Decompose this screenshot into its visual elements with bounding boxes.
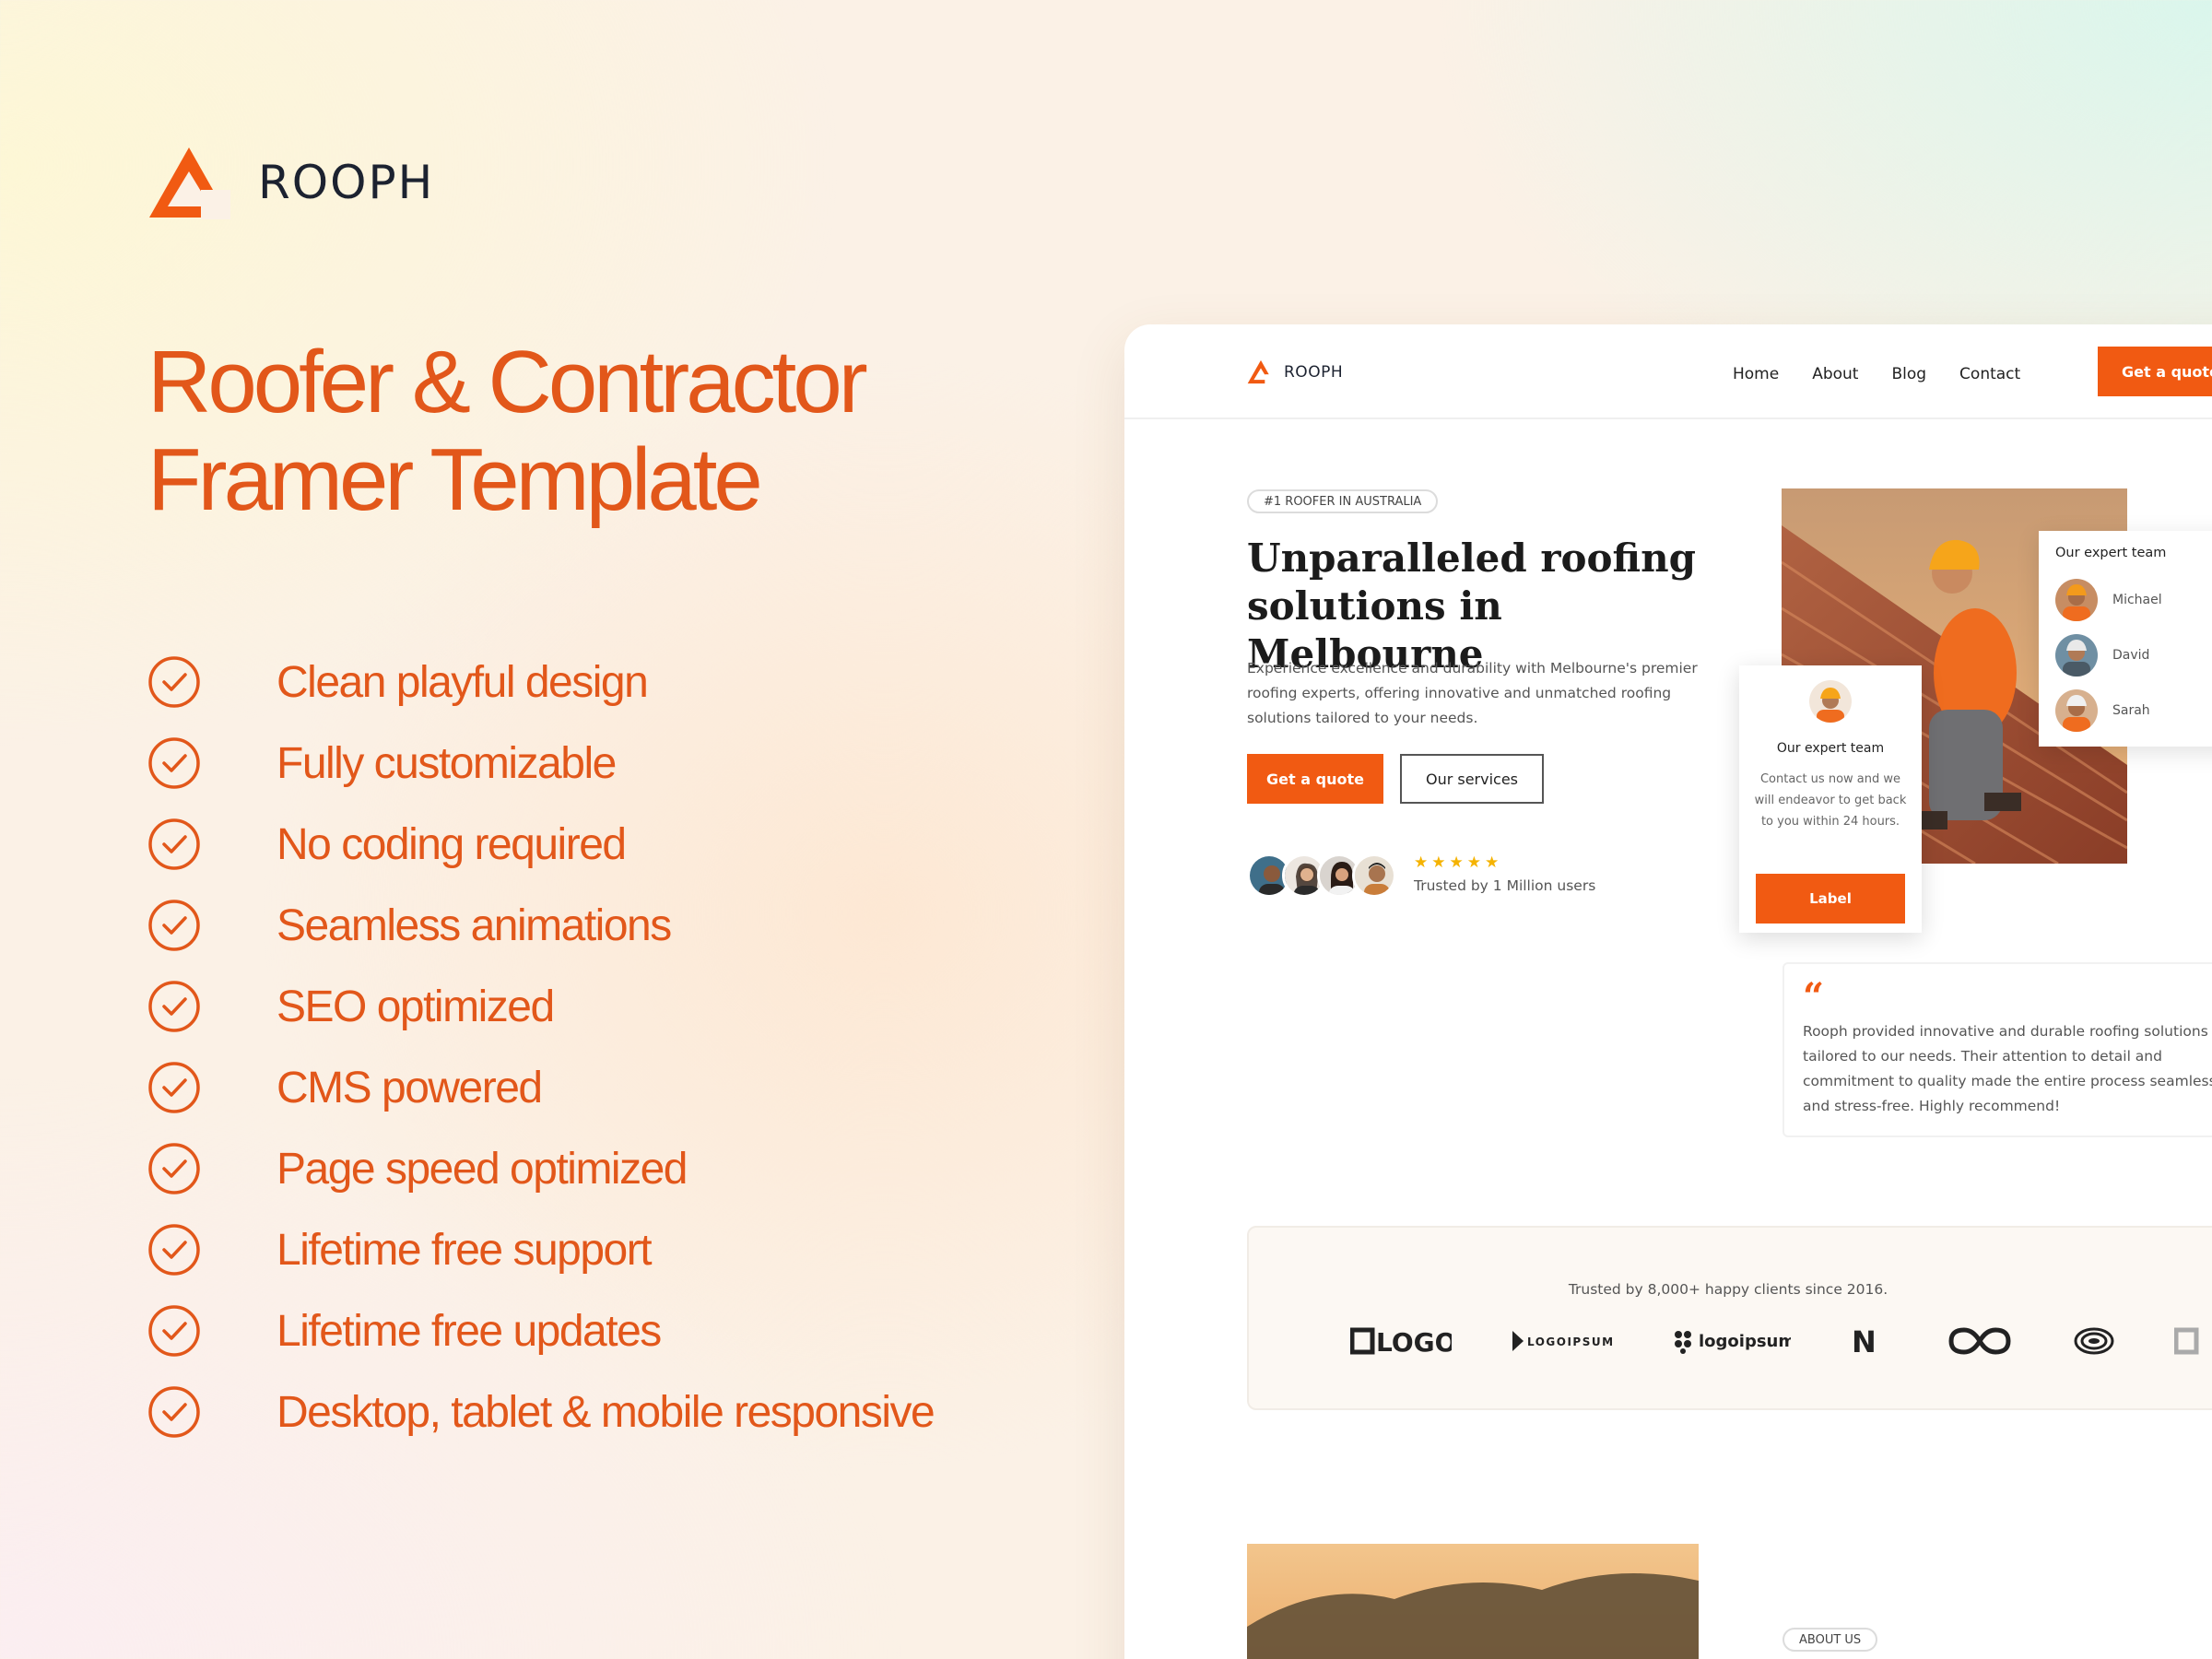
- check-circle-icon: [148, 1305, 200, 1357]
- contact-card: Our expert team Contact us now and we wi…: [1739, 665, 1922, 933]
- check-circle-icon: [148, 1224, 200, 1276]
- mockup-brand[interactable]: ROOPH: [1247, 359, 1343, 384]
- nav-link-contact[interactable]: Contact: [1959, 365, 2020, 383]
- team-member-name: Sarah: [2112, 703, 2150, 718]
- check-circle-icon: [148, 900, 200, 951]
- testimonial-card: “ Rooph provided innovative and durable …: [1783, 962, 2212, 1137]
- clients-title: Trusted by 8,000+ happy clients since 20…: [1568, 1281, 1888, 1298]
- about-us-badge: ABOUT US: [1783, 1628, 1878, 1652]
- feature-item: SEO optimized: [147, 966, 934, 1047]
- client-logo-n: N: [1850, 1327, 1887, 1355]
- check-circle-icon: [148, 656, 200, 708]
- feature-label: Lifetime free updates: [276, 1306, 662, 1356]
- feature-item: Seamless animations: [147, 885, 934, 966]
- check-circle-icon: [148, 981, 200, 1032]
- avatar: [1352, 853, 1396, 898]
- feature-label: Clean playful design: [276, 657, 649, 707]
- nav-link-blog[interactable]: Blog: [1891, 365, 1926, 383]
- page-title: Roofer & Contractor Framer Template: [147, 334, 977, 529]
- feature-label: CMS powered: [276, 1063, 543, 1112]
- hero-our-services-button[interactable]: Our services: [1400, 754, 1544, 804]
- team-member-name: Michael: [2112, 593, 2162, 607]
- check-circle-icon: [148, 818, 200, 870]
- hero-description: Experience excellence and durability wit…: [1247, 660, 1698, 726]
- trusted-users-text: Trusted by 1 Million users: [1414, 877, 1596, 894]
- client-logo-logoipsum: logoipsum: [1671, 1327, 1791, 1355]
- feature-label: Seamless animations: [276, 900, 672, 950]
- brand-name: ROOPH: [258, 156, 435, 209]
- feature-label: No coding required: [276, 819, 627, 869]
- svg-text:LOGO: LOGO: [1376, 1327, 1452, 1355]
- avatar: [1809, 680, 1852, 723]
- headline-line-2: Framer Template: [147, 430, 763, 529]
- nav-links: Home About Blog Contact: [1733, 365, 2053, 383]
- clients-section: Trusted by 8,000+ happy clients since 20…: [1247, 1226, 2212, 1410]
- feature-item: Lifetime free support: [147, 1209, 934, 1290]
- check-circle-icon: [148, 1386, 200, 1438]
- team-member-name: David: [2112, 648, 2150, 663]
- nav-get-quote-button[interactable]: Get a quote: [2098, 347, 2212, 396]
- feature-label: Fully customizable: [276, 738, 617, 788]
- mockup-brand-name: ROOPH: [1284, 362, 1344, 382]
- hero-badge: #1 ROOFER IN AUSTRALIA: [1247, 489, 1439, 513]
- user-avatars: [1247, 853, 1396, 898]
- mockup-navbar: ROOPH Home About Blog Contact Get a quot…: [1124, 324, 2212, 419]
- testimonial-text: Rooph provided innovative and durable ro…: [1803, 1023, 2212, 1114]
- nav-link-home[interactable]: Home: [1733, 365, 1779, 383]
- client-logo-logoipsum-caps: LOGOIPSUM: [1511, 1327, 1612, 1355]
- check-circle-icon: [148, 1143, 200, 1194]
- headline-line-1: Roofer & Contractor: [147, 333, 868, 431]
- client-logo-partial: [2174, 1327, 2211, 1355]
- check-circle-icon: [148, 1062, 200, 1113]
- hero-get-quote-button[interactable]: Get a quote: [1247, 754, 1383, 804]
- avatar: [2055, 689, 2098, 732]
- feature-item: Desktop, tablet & mobile responsive: [147, 1371, 935, 1453]
- quote-icon: “: [1803, 975, 1825, 1018]
- feature-item: No coding required: [147, 804, 934, 885]
- rooph-logo-icon: [1247, 359, 1275, 384]
- rooph-logo-icon: [149, 147, 230, 219]
- contact-card-text: Contact us now and we will endeavor to g…: [1754, 772, 1907, 829]
- svg-text:N: N: [1852, 1327, 1877, 1355]
- feature-label: Lifetime free support: [276, 1225, 653, 1275]
- check-circle-icon: [148, 737, 200, 789]
- avatar: [2055, 579, 2098, 621]
- feature-item: Fully customizable: [147, 723, 934, 804]
- feature-label: Page speed optimized: [276, 1144, 688, 1194]
- website-mockup: ROOPH Home About Blog Contact Get a quot…: [1124, 324, 2212, 1659]
- contact-card-title: Our expert team: [1776, 741, 1885, 756]
- brand: ROOPH: [147, 146, 434, 219]
- svg-text:LOGOIPSUM: LOGOIPSUM: [1527, 1335, 1612, 1348]
- feature-item: CMS powered: [147, 1047, 934, 1128]
- client-logo-logo: LOGO: [1350, 1327, 1452, 1355]
- svg-text:logoipsum: logoipsum: [1699, 1332, 1791, 1351]
- feature-list: Clean playful design Fully customizable …: [147, 641, 935, 1453]
- team-member: David: [2055, 634, 2149, 677]
- team-card-title: Our expert team: [2055, 546, 2167, 560]
- team-member: Michael: [2055, 579, 2162, 621]
- client-logo-ring: [2073, 1327, 2115, 1355]
- feature-label: SEO optimized: [276, 982, 555, 1031]
- avatar: [2055, 634, 2098, 677]
- about-section-image: [1247, 1544, 1699, 1659]
- feature-item: Lifetime free updates: [147, 1290, 934, 1371]
- client-logos: LOGO LOGOIPSUM logoipsum N: [1350, 1327, 2212, 1355]
- rating-stars-icon: ★★★★★: [1414, 853, 1503, 872]
- feature-item: Clean playful design: [147, 641, 934, 723]
- team-member: Sarah: [2055, 689, 2150, 732]
- hero-title-line-1: Unparalleled roofing: [1247, 535, 1696, 581]
- client-logo-infinity: [1946, 1327, 2014, 1355]
- expert-team-card: Our expert team Michael David Sarah: [2039, 531, 2212, 747]
- feature-label: Desktop, tablet & mobile responsive: [276, 1387, 935, 1437]
- nav-link-about[interactable]: About: [1812, 365, 1858, 383]
- feature-item: Page speed optimized: [147, 1128, 934, 1209]
- contact-card-button[interactable]: Label: [1756, 874, 1905, 924]
